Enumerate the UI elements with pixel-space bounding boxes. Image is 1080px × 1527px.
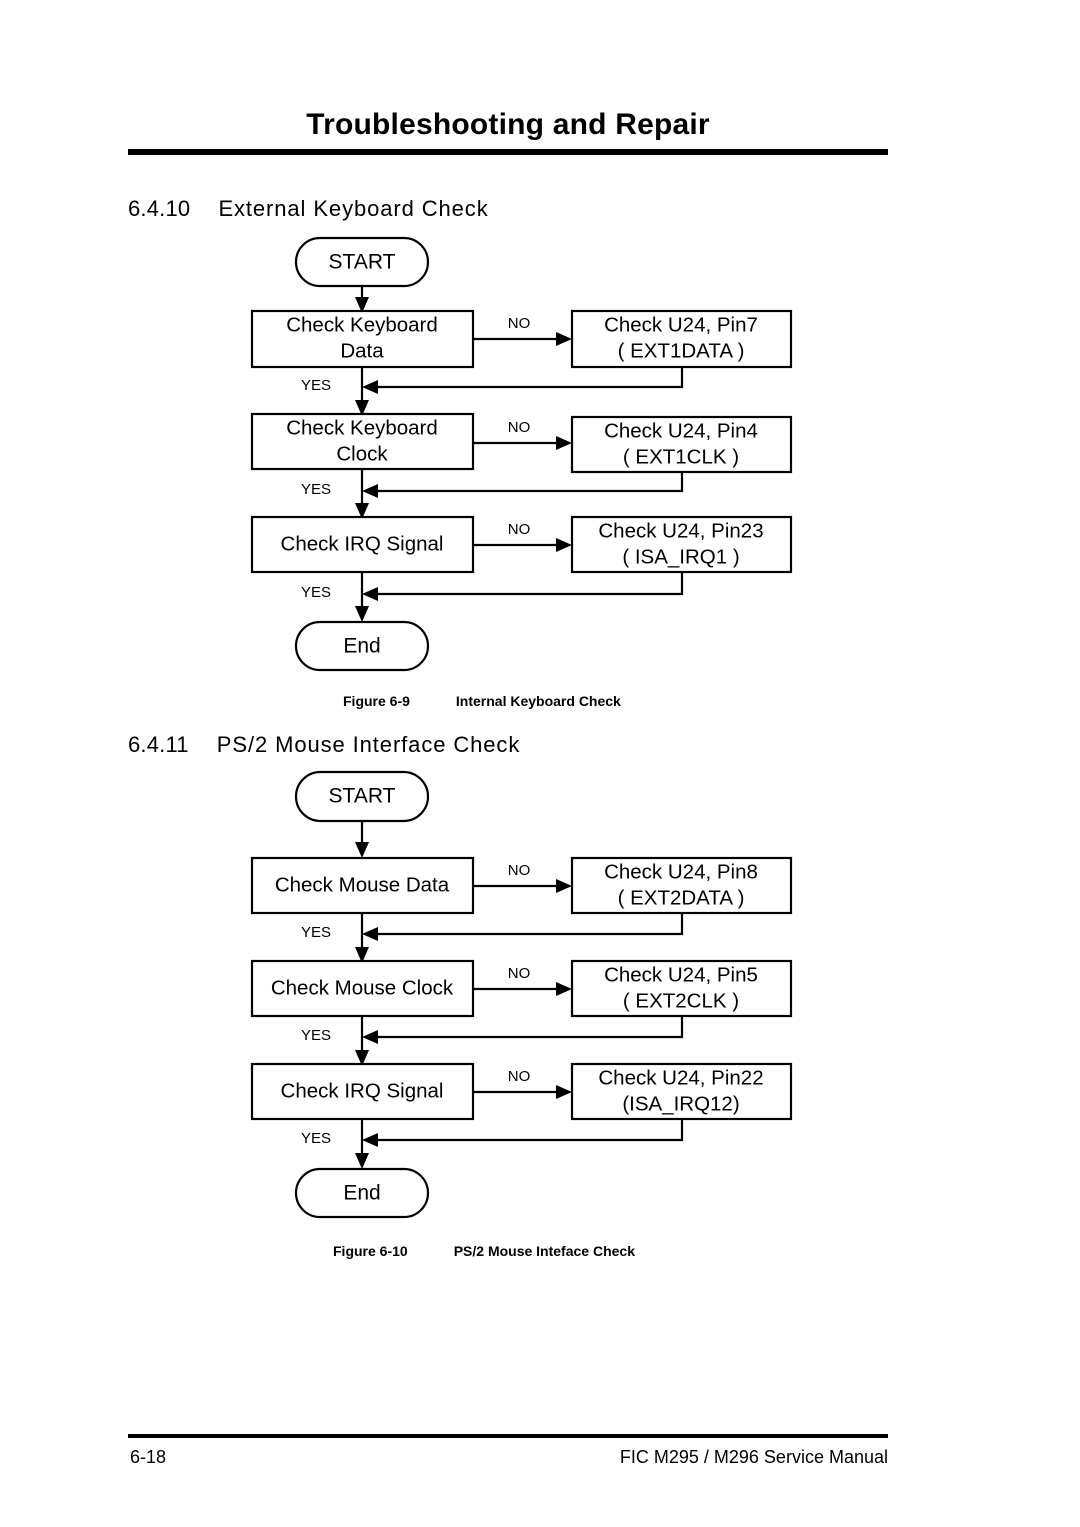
node-end-label: End (343, 1182, 380, 1205)
arrow-step3-yes (355, 1153, 369, 1169)
arrow-step1-no (556, 332, 572, 346)
edge-label-no-1: NO (508, 315, 531, 332)
edge-label-yes-1: YES (301, 377, 331, 394)
node-step2-check: Check Mouse Clock (250, 959, 475, 1018)
edge-label-no-3: NO (508, 1068, 531, 1085)
node-step2-check: Check Keyboard Clock (250, 412, 475, 471)
node-step1-check: Check Mouse Data (250, 856, 475, 915)
footer-divider-rule (128, 1434, 888, 1438)
footer-manual-title: FIC M295 / M296 Service Manual (619, 1447, 888, 1467)
node-step2-check-line1: Check Mouse Clock (271, 976, 454, 999)
arrow-step1-no (556, 879, 572, 893)
arrow-return-2 (362, 484, 378, 498)
flowchart-mouse-check: START Check Mouse Data Check U24, Pin8 (… (0, 534, 1080, 1234)
arrow-step2-no (556, 982, 572, 996)
node-step3-check-line1: Check IRQ Signal (281, 1079, 444, 1102)
figure-label: Figure 6-10 (333, 1243, 408, 1259)
arrow-return-1 (362, 927, 378, 941)
figure-caption-6-10: Figure 6-10 PS/2 Mouse Inteface Check (333, 1243, 635, 1259)
edge-label-yes-2: YES (301, 481, 331, 498)
node-step1-result-line2: ( EXT1DATA ) (618, 339, 745, 362)
edge-label-yes-3: YES (301, 1130, 331, 1147)
node-step2-result-line2: ( EXT1CLK ) (623, 445, 739, 468)
node-step2-result: Check U24, Pin4 ( EXT1CLK ) (570, 415, 793, 474)
node-step2-check-line1: Check Keyboard (286, 416, 438, 439)
node-step1-check-line2: Data (340, 339, 384, 362)
arrow-step2-no (556, 436, 572, 450)
arrow-return-2 (362, 1030, 378, 1044)
node-start: START (294, 236, 430, 288)
edge-label-yes-2: YES (301, 1027, 331, 1044)
node-step1-result: Check U24, Pin8 ( EXT2DATA ) (570, 856, 793, 915)
node-step1-check-line1: Check Mouse Data (275, 873, 450, 896)
node-step3-result-line2: (ISA_IRQ12) (622, 1092, 739, 1115)
node-step1-result: Check U24, Pin7 ( EXT1DATA ) (570, 309, 793, 369)
node-step3-result-line1: Check U24, Pin22 (598, 1066, 763, 1089)
figure-title: PS/2 Mouse Inteface Check (453, 1243, 635, 1259)
node-start: START (294, 770, 430, 823)
node-end: End (294, 1167, 430, 1219)
document-page: Troubleshooting and Repair 6.4.10 Extern… (0, 0, 1080, 1527)
node-step3-result: Check U24, Pin22 (ISA_IRQ12) (570, 1062, 793, 1121)
node-start-label: START (329, 251, 396, 274)
node-step2-result-line1: Check U24, Pin5 (604, 963, 758, 986)
arrow-start-to-step1 (355, 842, 369, 858)
node-step2-result: Check U24, Pin5 ( EXT2CLK ) (570, 959, 793, 1018)
node-step2-result-line1: Check U24, Pin4 (604, 419, 758, 442)
node-step2-result-line2: ( EXT2CLK ) (623, 989, 739, 1012)
edge-label-no-2: NO (508, 965, 531, 982)
edge-label-no-2: NO (508, 419, 531, 436)
node-step1-check-line1: Check Keyboard (286, 313, 438, 336)
arrow-return-1 (362, 380, 378, 394)
edge-label-no-1: NO (508, 862, 531, 879)
edge-label-yes-1: YES (301, 924, 331, 941)
arrow-step3-no (556, 1085, 572, 1099)
node-step1-result-line2: ( EXT2DATA ) (618, 886, 745, 909)
node-step1-result-line1: Check U24, Pin7 (604, 313, 758, 336)
node-step2-check-line2: Clock (336, 442, 388, 465)
node-start-label: START (329, 785, 396, 808)
node-step3-check: Check IRQ Signal (250, 1062, 475, 1121)
node-step1-result-line1: Check U24, Pin8 (604, 860, 758, 883)
arrow-return-3 (362, 1133, 378, 1147)
node-step1-check: Check Keyboard Data (250, 309, 475, 369)
